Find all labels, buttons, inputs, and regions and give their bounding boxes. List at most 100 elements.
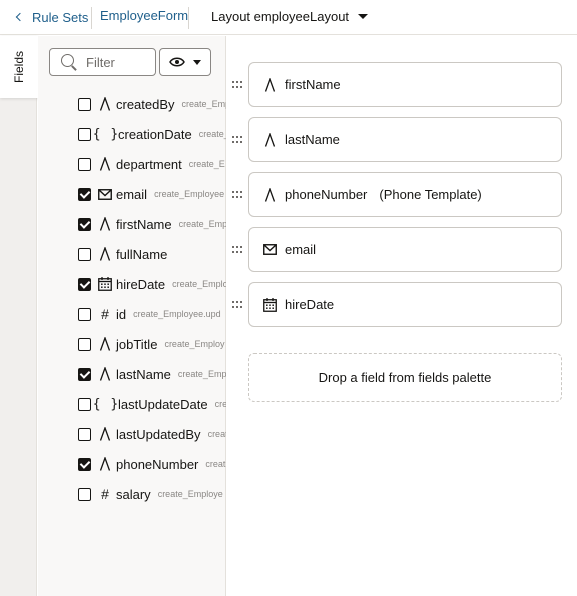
field-checkbox[interactable] — [78, 277, 91, 291]
breadcrumb-divider — [188, 7, 189, 29]
field-checkbox[interactable] — [78, 187, 91, 201]
field-source: create_Emp — [181, 99, 226, 109]
field-source: create_Employee — [154, 189, 225, 199]
hash-icon: # — [101, 486, 109, 502]
text-type-icon — [98, 336, 112, 352]
text-type-icon — [98, 156, 112, 172]
field-source: creat — [205, 459, 226, 469]
field-name: lastUpdatedBy — [116, 426, 201, 442]
field-source: crea — [214, 399, 226, 409]
visibility-menu-button[interactable] — [159, 48, 211, 76]
field-checkbox[interactable] — [78, 457, 91, 471]
field-checkbox[interactable] — [78, 397, 91, 411]
palette-field-id[interactable]: # id create_Employee.upd — [78, 303, 226, 325]
layout-field-name: email — [285, 242, 317, 257]
text-type-icon — [263, 132, 277, 148]
search-icon — [60, 53, 78, 71]
field-checkbox[interactable] — [78, 157, 91, 171]
layout-field-firstName[interactable]: firstName — [248, 62, 562, 107]
drag-handle-icon[interactable] — [232, 191, 242, 199]
back-to-rule-sets-link[interactable]: Rule Sets — [13, 7, 88, 27]
field-name: creationDate — [118, 126, 192, 142]
drag-handle-icon[interactable] — [232, 136, 242, 144]
envelope-icon — [263, 242, 277, 258]
field-source: create_Emplo — [172, 279, 226, 289]
palette-field-salary[interactable]: # salary create_Employe — [78, 483, 226, 505]
field-checkbox[interactable] — [78, 487, 91, 501]
layout-field-email[interactable]: email — [248, 227, 562, 272]
eye-icon — [169, 57, 185, 67]
palette-field-lastUpdateDate[interactable]: { }lastUpdateDate crea — [78, 393, 226, 415]
field-name: lastName — [116, 366, 171, 382]
field-name: jobTitle — [116, 336, 158, 352]
drag-handle-icon[interactable] — [232, 301, 242, 309]
field-checkbox[interactable] — [78, 337, 91, 351]
field-source: create_Employ — [164, 339, 225, 349]
chevron-down-icon — [193, 59, 201, 65]
layout-field-hireDate[interactable]: hireDate — [248, 282, 562, 327]
field-source: create_Employee.upd — [133, 309, 221, 319]
layout-field-name: firstName — [285, 77, 341, 92]
field-checkbox[interactable] — [78, 127, 91, 141]
layout-field-phoneNumber[interactable]: phoneNumber (Phone Template) — [248, 172, 562, 217]
layout-field-template: (Phone Template) — [379, 187, 482, 202]
tab-fields-label: Fields — [11, 50, 26, 84]
field-checkbox[interactable] — [78, 217, 91, 231]
field-checkbox[interactable] — [78, 97, 91, 111]
palette-field-lastUpdatedBy[interactable]: lastUpdatedBy creat — [78, 423, 226, 445]
field-name: firstName — [116, 216, 172, 232]
field-checkbox[interactable] — [78, 247, 91, 261]
field-name: fullName — [116, 246, 168, 262]
object-type-icon: { } — [92, 126, 120, 142]
drop-zone-text: Drop a field from fields palette — [318, 370, 492, 385]
field-source: creat — [207, 429, 226, 439]
palette-field-lastName[interactable]: lastName create_Emp — [78, 363, 226, 385]
text-type-icon — [263, 77, 277, 93]
palette-field-hireDate[interactable]: hireDate create_Emplo — [78, 273, 226, 295]
palette-field-fullName[interactable]: fullName — [78, 243, 226, 265]
palette-field-creationDate[interactable]: { } creationDate create_ — [78, 123, 226, 145]
filter-input[interactable] — [86, 54, 146, 70]
text-type-icon — [98, 246, 112, 262]
palette-field-firstName[interactable]: firstName create_Emp — [78, 213, 226, 235]
breadcrumb-form-link[interactable]: EmployeeForm — [100, 8, 188, 23]
field-name: id — [116, 306, 127, 322]
field-source: create_ — [198, 129, 226, 139]
filter-field[interactable] — [49, 48, 156, 76]
field-source: create_E — [188, 159, 225, 169]
layout-field-name: lastName — [285, 132, 340, 147]
field-checkbox[interactable] — [78, 427, 91, 441]
field-name: salary — [116, 486, 151, 502]
layout-field-name: hireDate — [285, 297, 335, 312]
calendar-icon — [98, 276, 112, 292]
layout-field-name: phoneNumber — [285, 187, 368, 202]
palette-field-email[interactable]: email create_Employee — [78, 183, 226, 205]
drag-handle-icon[interactable] — [232, 81, 242, 89]
field-checkbox[interactable] — [78, 307, 91, 321]
drag-handle-icon[interactable] — [232, 246, 242, 254]
text-type-icon — [263, 187, 277, 203]
calendar-icon — [263, 297, 277, 313]
chevron-down-icon — [358, 13, 369, 19]
text-type-icon — [98, 216, 112, 232]
palette-field-jobTitle[interactable]: jobTitle create_Employ — [78, 333, 226, 355]
breadcrumb-divider — [91, 7, 92, 29]
tab-fields[interactable]: Fields — [0, 36, 38, 98]
field-name: hireDate — [116, 276, 166, 292]
field-name: phoneNumber — [116, 456, 199, 472]
field-name: createdBy — [116, 96, 175, 112]
field-name: department — [116, 156, 182, 172]
text-type-icon — [98, 426, 112, 442]
field-checkbox[interactable] — [78, 367, 91, 381]
palette-field-department[interactable]: department create_E — [78, 153, 226, 175]
text-type-icon — [98, 456, 112, 472]
layout-label: Layout employeeLayout — [211, 8, 350, 24]
drop-zone[interactable]: Drop a field from fields palette — [248, 353, 562, 402]
palette-field-phoneNumber[interactable]: phoneNumber creat — [78, 453, 226, 475]
layout-selector[interactable]: Layout employeeLayout — [211, 6, 369, 26]
text-type-icon — [98, 96, 112, 112]
field-name: email — [116, 186, 148, 202]
layout-field-lastName[interactable]: lastName — [248, 117, 562, 162]
hash-icon: # — [101, 306, 109, 322]
palette-field-createdBy[interactable]: createdBy create_Emp — [78, 93, 226, 115]
